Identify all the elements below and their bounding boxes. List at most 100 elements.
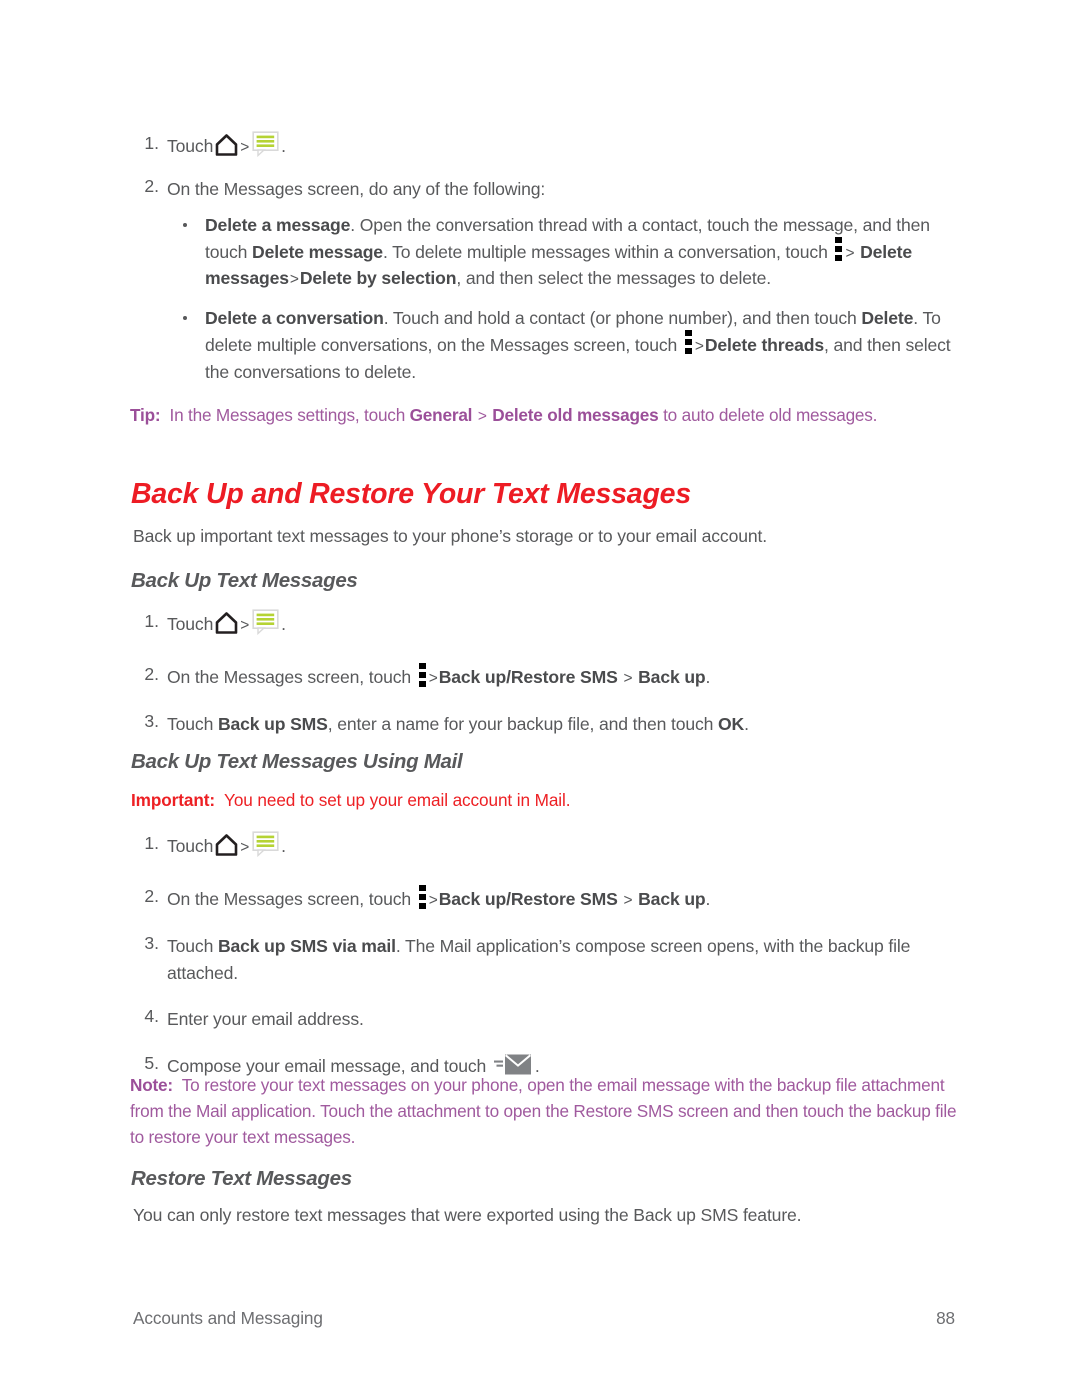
separator-chevron: > (240, 617, 250, 634)
menu-dot (418, 662, 426, 669)
step-prefix: Touch (167, 836, 214, 856)
bullet-bold-1: Delete (861, 308, 914, 329)
tip-callout: Tip: In the Messages settings, touch Gen… (130, 402, 965, 429)
bullet-lead: Delete a conversation (205, 308, 384, 329)
step-part-1: On the Messages screen, touch (167, 889, 416, 910)
list-item: 4. Enter your email address. (133, 1006, 962, 1033)
step-part-1: Touch (167, 936, 218, 957)
tip-bold-2: Delete old messages (492, 405, 659, 425)
backup-procedure: 1. Touch >. 2. On the Messages screen, to… (133, 609, 955, 750)
note-text: To restore your text messages on your ph… (130, 1075, 957, 1148)
step-text: On the Messages screen, do any of the fo… (167, 179, 546, 199)
important-label: Important: (131, 790, 215, 810)
step-number: 2. (144, 886, 159, 907)
separator-chevron: > (477, 408, 487, 425)
overflow-menu-icon (418, 662, 426, 687)
bullet-list: Delete a message. Open the conversation … (133, 212, 962, 385)
step-part-1: Touch (167, 714, 218, 735)
separator-chevron: > (428, 670, 438, 688)
step-part-3: . (744, 714, 749, 735)
important-callout: Important: You need to set up your email… (131, 788, 955, 814)
step-bold-2: Back up (638, 667, 706, 688)
step-prefix: Touch (167, 614, 214, 634)
step-text: On the Messages screen, touch >Back up/R… (167, 884, 711, 910)
step-bold-1: Back up SMS (217, 714, 328, 735)
menu-dot (835, 255, 843, 262)
step-number: 2. (144, 176, 159, 196)
bullet-part-2: . To delete multiple messages within a c… (382, 241, 833, 262)
list-item: 2. On the Messages screen, do any of the… (133, 176, 955, 203)
page-footer: Accounts and Messaging 88 (133, 1308, 955, 1329)
separator-chevron: > (623, 670, 633, 688)
document-page: 1. Touch >. 2. On the Messages screen, do… (0, 0, 1080, 1397)
footer-chapter-label: Accounts and Messaging (133, 1308, 323, 1328)
heading-back-up-text-messages: Back Up Text Messages (131, 569, 358, 592)
menu-dot (418, 680, 426, 687)
overflow-menu-icon (418, 884, 426, 909)
menu-dot (684, 330, 692, 337)
separator-chevron: > (428, 892, 438, 910)
step-number: 2. (144, 664, 159, 685)
step-bold-2: OK (718, 714, 745, 735)
ordered-list: 1. Touch >. 2. On the Messages screen, to… (133, 609, 955, 738)
step-prefix: Touch (167, 136, 214, 156)
step-part-2: , enter a name for your backup file, and… (327, 714, 719, 735)
menu-dot (835, 246, 843, 253)
list-item: 2. On the Messages screen, touch >Back u… (133, 884, 962, 913)
home-icon (215, 834, 238, 857)
list-item: 1. Touch >. (133, 609, 955, 638)
bullet-part-1: . Touch and hold a contact (or phone num… (383, 308, 862, 329)
step-bold-1: Back up SMS via mail (217, 936, 396, 957)
step-part-1: On the Messages screen, touch (167, 667, 416, 688)
restore-text: You can only restore text messages that … (133, 1205, 802, 1225)
step-text: Touch >. (167, 831, 286, 858)
section-intro: Back up important text messages to your … (133, 526, 767, 546)
step-number: 1. (144, 133, 159, 153)
step-bold-1: Back up/Restore SMS (438, 889, 618, 910)
messaging-icon (252, 131, 279, 158)
list-item: 3. Touch Back up SMS via mail. The Mail … (133, 933, 962, 986)
top-procedure-step-1: 1. Touch >. (133, 131, 955, 172)
step-number: 3. (144, 711, 159, 732)
note-callout: Note: To restore your text messages on y… (130, 1072, 962, 1150)
step-part-2: . (705, 889, 711, 910)
step-number: 1. (144, 833, 159, 853)
list-item: 3. Touch Back up SMS, enter a name for y… (133, 711, 955, 738)
home-icon (215, 134, 238, 157)
step-suffix: . (281, 614, 286, 634)
menu-dot (684, 348, 692, 355)
bullet-text: Delete a conversation. Touch and hold a … (205, 308, 951, 381)
menu-dot (418, 671, 426, 678)
bullet-text: Delete a message. Open the conversation … (205, 215, 930, 288)
separator-chevron: > (289, 271, 299, 289)
menu-dot (684, 339, 692, 346)
bullet-part-3: , and then select the messages to delete… (456, 268, 772, 289)
list-item: Delete a conversation. Touch and hold a … (177, 305, 962, 385)
step-suffix: . (281, 836, 286, 856)
separator-chevron: > (623, 892, 633, 910)
ordered-list: 2. On the Messages screen, do any of the… (133, 176, 955, 203)
tip-part-1: In the Messages settings, touch (169, 405, 410, 425)
step-part-2: . (705, 667, 711, 688)
home-icon (215, 612, 238, 635)
footer-page-number: 88 (936, 1308, 955, 1328)
tip-part-2: to auto delete old messages. (658, 405, 878, 425)
step-text: Enter your email address. (167, 1008, 364, 1029)
separator-chevron: > (845, 244, 855, 262)
delete-options-bullets: Delete a message. Open the conversation … (133, 212, 962, 398)
list-item: 2. On the Messages screen, touch > Back u… (133, 662, 955, 691)
step-text: Touch >. (167, 609, 286, 636)
menu-dot (418, 902, 426, 909)
step-suffix: . (281, 136, 286, 156)
bullet-dot (183, 316, 187, 321)
messaging-icon (252, 609, 279, 636)
menu-dot (835, 237, 843, 244)
bullet-lead: Delete a message (205, 215, 351, 235)
list-item: 1. Touch >. (133, 831, 962, 860)
heading-back-up-using-mail: Back Up Text Messages Using Mail (131, 750, 463, 773)
tip-label: Tip: (130, 405, 161, 425)
overflow-menu-icon (684, 330, 692, 355)
messaging-icon (252, 831, 279, 858)
ordered-list: 1. Touch >. 2. On the Messages screen, to… (133, 831, 962, 1080)
separator-chevron: > (240, 839, 250, 856)
